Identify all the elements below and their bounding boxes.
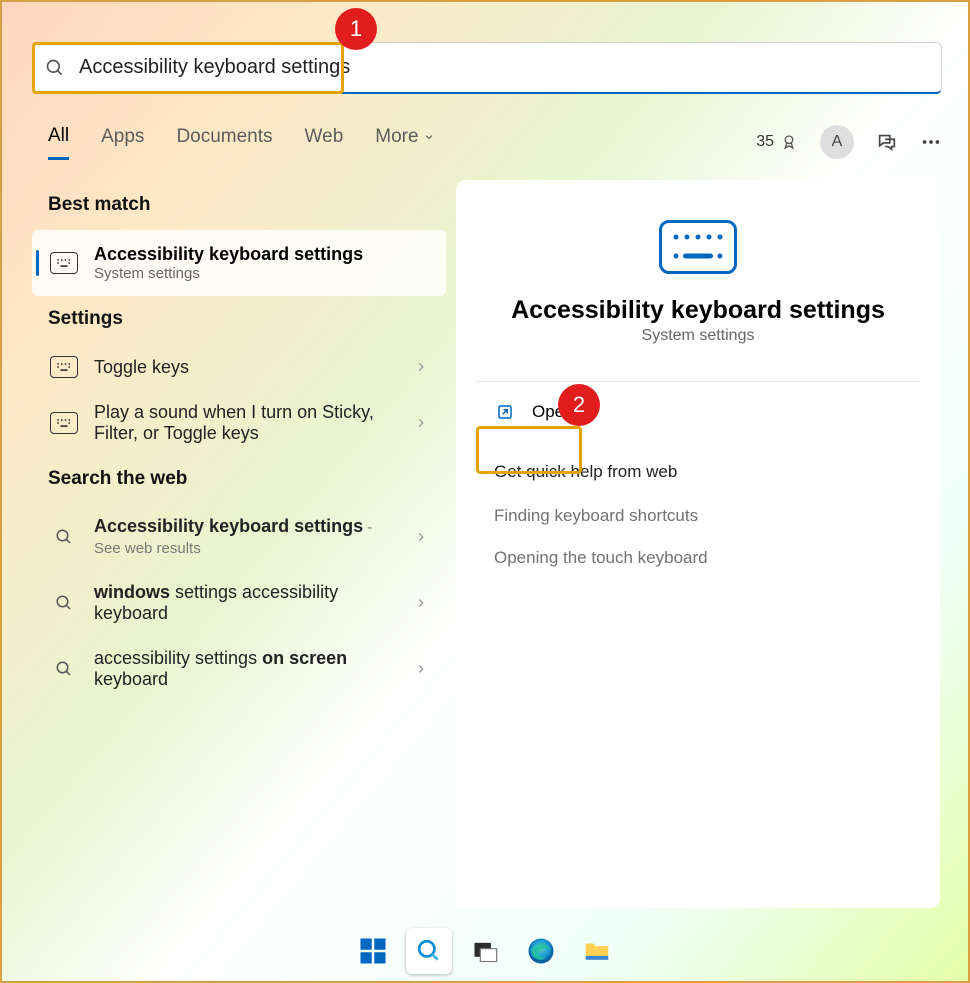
result-bold: on screen	[262, 648, 347, 668]
settings-result-play-sound[interactable]: Play a sound when I turn on Sticky, Filt…	[32, 390, 446, 456]
keyboard-icon	[50, 356, 78, 378]
open-label: Open	[532, 402, 574, 422]
search-icon	[50, 528, 78, 546]
search-icon	[45, 58, 65, 78]
section-header-search-web: Search the web	[32, 456, 446, 504]
chevron-right-icon	[414, 416, 428, 430]
help-link-touch-keyboard[interactable]: Opening the touch keyboard	[480, 540, 916, 576]
result-label: Accessibility keyboard settings - See we…	[94, 516, 398, 558]
detail-subtitle: System settings	[480, 327, 916, 345]
tab-documents[interactable]: Documents	[176, 126, 272, 158]
section-header-best-match: Best match	[32, 182, 446, 230]
results-column: Best match Accessibility keyboard settin…	[32, 182, 446, 702]
search-icon	[50, 594, 78, 612]
rewards-points[interactable]: 35	[756, 133, 798, 151]
keyboard-icon	[50, 252, 78, 274]
taskbar	[2, 921, 968, 981]
best-match-subtitle: System settings	[94, 265, 363, 282]
taskbar-search-button[interactable]	[406, 928, 452, 974]
search-input[interactable]	[79, 56, 929, 79]
keyboard-icon	[659, 220, 737, 274]
detail-hero-icon	[480, 220, 916, 274]
result-label: Play a sound when I turn on Sticky, Filt…	[94, 402, 398, 444]
search-icon	[50, 660, 78, 678]
points-value: 35	[756, 133, 774, 151]
taskbar-task-view[interactable]	[462, 928, 508, 974]
search-filter-tabs: All Apps Documents Web More 35 A	[48, 122, 942, 162]
task-view-icon	[471, 937, 499, 965]
help-link-shortcuts[interactable]: Finding keyboard shortcuts	[480, 498, 916, 534]
result-bold: windows	[94, 582, 170, 602]
taskbar-start-button[interactable]	[350, 928, 396, 974]
chat-icon[interactable]	[876, 131, 898, 153]
windows-icon	[358, 936, 388, 966]
search-icon	[416, 938, 442, 964]
chevron-right-icon	[414, 662, 428, 676]
web-result-1[interactable]: windows settings accessibility keyboard	[32, 570, 446, 636]
chevron-right-icon	[414, 596, 428, 610]
edge-icon	[526, 936, 556, 966]
chevron-down-icon	[423, 131, 435, 143]
taskbar-edge[interactable]	[518, 928, 564, 974]
settings-result-toggle-keys[interactable]: Toggle keys	[32, 344, 446, 390]
detail-panel: Accessibility keyboard settings System s…	[456, 180, 940, 908]
tab-apps[interactable]: Apps	[101, 126, 144, 158]
chevron-right-icon	[414, 530, 428, 544]
divider	[476, 381, 920, 382]
open-external-icon	[496, 403, 514, 421]
detail-help-header: Get quick help from web	[480, 462, 916, 482]
result-label: windows settings accessibility keyboard	[94, 582, 398, 624]
open-button[interactable]: Open	[478, 392, 592, 432]
result-label: Toggle keys	[94, 357, 398, 378]
tab-more-label: More	[375, 126, 418, 148]
best-match-title: Accessibility keyboard settings	[94, 244, 363, 265]
medal-icon	[780, 133, 798, 151]
user-avatar[interactable]: A	[820, 125, 854, 159]
result-bold: Accessibility keyboard settings	[94, 516, 363, 536]
chevron-right-icon	[414, 360, 428, 374]
web-result-0[interactable]: Accessibility keyboard settings - See we…	[32, 504, 446, 570]
result-label: accessibility settings on screen keyboar…	[94, 648, 398, 690]
more-options-icon[interactable]	[920, 131, 942, 153]
folder-icon	[582, 936, 612, 966]
tab-web[interactable]: Web	[305, 126, 344, 158]
detail-title: Accessibility keyboard settings	[480, 296, 916, 325]
result-pre: accessibility settings	[94, 648, 262, 668]
web-result-2[interactable]: accessibility settings on screen keyboar…	[32, 636, 446, 702]
keyboard-icon	[50, 412, 78, 434]
taskbar-file-explorer[interactable]	[574, 928, 620, 974]
search-bar[interactable]	[32, 42, 942, 94]
tab-all[interactable]: All	[48, 125, 69, 160]
tab-more[interactable]: More	[375, 126, 434, 158]
best-match-result[interactable]: Accessibility keyboard settings System s…	[32, 230, 446, 296]
section-header-settings: Settings	[32, 296, 446, 344]
result-rest: keyboard	[94, 669, 168, 689]
